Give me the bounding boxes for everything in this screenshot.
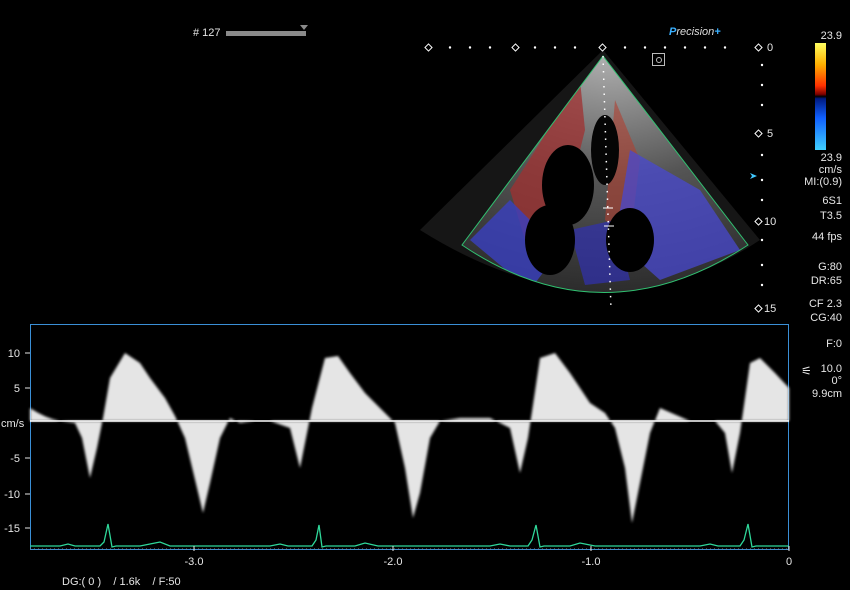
x-tick-label: -3.0: [185, 556, 204, 568]
color-velocity-scale: [815, 43, 826, 150]
cine-frame-marker-icon[interactable]: [300, 25, 308, 30]
x-tick-label: 0: [786, 556, 792, 568]
mechanical-index-label: MI:(0.9): [804, 176, 842, 188]
y-tick-label: -5: [10, 453, 20, 465]
frame-rate-label: 44 fps: [812, 231, 842, 243]
velocity-unit-label: cm/s: [818, 164, 842, 176]
depth-tick-label: 15: [764, 303, 776, 315]
depth-tick-label: 10: [764, 216, 776, 228]
color-doppler-sector-image: [420, 43, 760, 311]
doppler-gain-label: DG:( 0 ): [62, 576, 102, 588]
y-tick-label: -15: [4, 523, 20, 535]
depth-tick-label: 5: [767, 128, 773, 140]
colorbar-min-label: 23.9: [820, 152, 842, 164]
cine-frame-slider[interactable]: [226, 31, 306, 36]
tissue-frequency-label: T3.5: [819, 210, 842, 222]
depth-scale: 0 5 10 15: [750, 42, 776, 315]
doppler-unit-label: cm/s: [1, 418, 25, 430]
frame-number-label: # 127: [193, 27, 221, 39]
depth-tick-label: 0: [767, 42, 773, 54]
gain-label: G:80: [818, 261, 842, 273]
y-tick-label: -10: [4, 489, 20, 501]
doppler-settings-bar: DG:( 0 ) / 1.6k / F:50: [62, 576, 181, 588]
doppler-spectrum-trace: 10 5 -5 -10 -15 cm/s -3.0 -2.0 -1.0 0: [1, 348, 792, 568]
colorbar-max-label: 23.9: [820, 30, 842, 42]
x-tick-label: -2.0: [384, 556, 403, 568]
precision-logo: Precision+: [669, 26, 721, 38]
ecg-trace: [30, 523, 789, 548]
probe-label: 6S1: [822, 195, 842, 207]
focus-marker-icon: [750, 173, 757, 179]
y-tick-label: 10: [8, 348, 20, 360]
y-tick-label: 5: [14, 383, 20, 395]
prf-label: / 1.6k: [113, 576, 141, 588]
dynamic-range-label: DR:65: [810, 275, 842, 287]
x-tick-label: -1.0: [582, 556, 601, 568]
doppler-filter-label: / F:50: [152, 576, 181, 588]
color-frequency-label: CF 2.3: [808, 298, 842, 310]
